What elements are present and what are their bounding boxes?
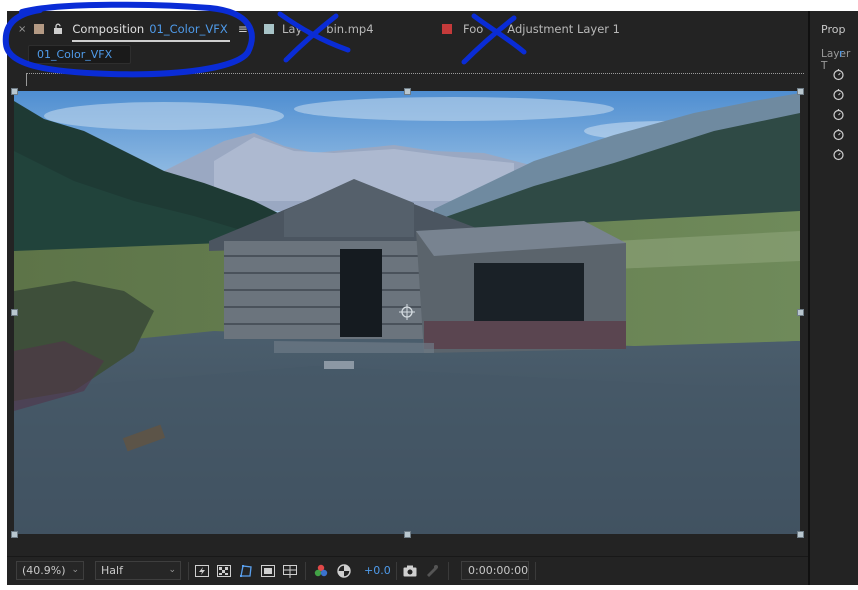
mask-path-visibility-icon[interactable] <box>238 563 254 579</box>
layer-tab-label-b: bin.mp4 <box>326 22 374 36</box>
channel-icon[interactable] <box>313 563 329 579</box>
toolbar-separator <box>188 562 189 580</box>
handle-top-right[interactable] <box>797 88 804 95</box>
fast-previews-icon[interactable] <box>194 563 210 579</box>
handle-mid-left[interactable] <box>11 309 18 316</box>
after-effects-window: × Composition 01_Color_VFX ≡ Lay bin.mp4… <box>0 0 858 590</box>
toolbar-separator <box>535 562 536 580</box>
lock-icon[interactable] <box>52 23 64 35</box>
tab-footage[interactable]: Foo Adjustment Layer 1 <box>442 17 620 41</box>
viewer-toolbar: (40.9%) ⌄ Half ⌄ +0.0 0:00:00:00 <box>7 556 808 584</box>
tab-layer[interactable]: Lay bin.mp4 <box>264 17 374 41</box>
magnification-select[interactable]: (40.9%) ⌄ <box>16 561 84 580</box>
tab-composition[interactable]: × Composition 01_Color_VFX ≡ <box>18 17 248 41</box>
chevron-down-icon: ⌄ <box>71 565 79 575</box>
show-snapshot-icon[interactable] <box>424 563 440 579</box>
layer-tab-label-a: Lay <box>282 22 303 36</box>
composition-navigator-chip[interactable]: 01_Color_VFX <box>28 45 131 64</box>
chevron-down-icon: ⌄ <box>168 565 176 575</box>
top-margin <box>0 0 858 11</box>
active-tab-indicator <box>72 40 230 42</box>
transparency-grid-icon[interactable] <box>216 563 232 579</box>
toolbar-separator <box>448 562 449 580</box>
footage-tab-label-a: Foo <box>463 22 484 36</box>
composition-viewer[interactable] <box>14 91 800 534</box>
bottom-margin <box>0 585 858 590</box>
stopwatch-icon[interactable] <box>832 128 845 141</box>
properties-panel-title[interactable]: Prop <box>821 23 845 36</box>
properties-layer-label-b: r <box>839 48 844 60</box>
close-icon[interactable]: × <box>18 24 26 35</box>
handle-top-center[interactable] <box>404 88 411 95</box>
handle-top-left[interactable] <box>11 88 18 95</box>
handle-bottom-right[interactable] <box>797 531 804 538</box>
handle-bottom-center[interactable] <box>404 531 411 538</box>
comp-tab-name: 01_Color_VFX <box>149 22 228 36</box>
stopwatch-icon[interactable] <box>832 88 845 101</box>
toolbar-separator <box>305 562 306 580</box>
comp-label-swatch <box>34 24 45 34</box>
toolbar-separator <box>396 562 397 580</box>
resolution-select[interactable]: Half ⌄ <box>95 561 181 580</box>
resolution-value: Half <box>101 564 123 577</box>
stopwatch-icon[interactable] <box>832 68 845 81</box>
comp-tab-prefix: Composition <box>72 22 145 36</box>
stopwatch-icon[interactable] <box>832 148 845 161</box>
region-of-interest-icon[interactable] <box>260 563 276 579</box>
footage-label-swatch <box>442 24 452 34</box>
guides-icon[interactable] <box>282 563 298 579</box>
snapshot-icon[interactable] <box>402 563 418 579</box>
magnification-value: (40.9%) <box>22 564 66 577</box>
exposure-value[interactable]: +0.0 <box>364 564 391 577</box>
current-time-field[interactable]: 0:00:00:00 <box>461 561 529 580</box>
footage-tab-label-b: Adjustment Layer 1 <box>507 22 620 36</box>
layer-label-swatch <box>264 24 274 34</box>
handle-bottom-left[interactable] <box>11 531 18 538</box>
time-ruler[interactable] <box>26 73 804 86</box>
color-management-icon[interactable] <box>336 563 352 579</box>
handle-mid-right[interactable] <box>797 309 804 316</box>
footage-frame-image <box>14 91 800 534</box>
menu-icon[interactable]: ≡ <box>238 22 248 36</box>
stopwatch-icon[interactable] <box>832 108 845 121</box>
